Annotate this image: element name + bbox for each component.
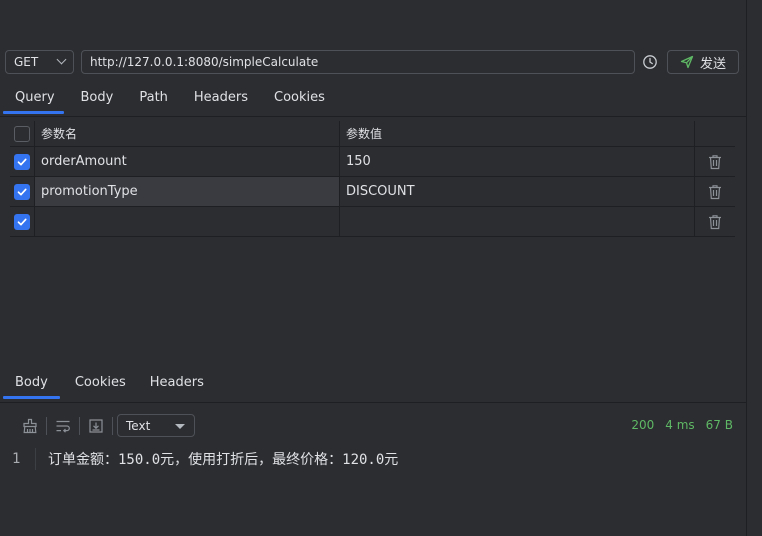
row-checkbox[interactable] [14,153,30,170]
response-time: 4 ms [665,418,695,432]
response-stats: 200 4 ms 67 B [631,418,733,432]
param-name-cell[interactable]: promotionType [35,177,340,206]
toolbar-separator [46,417,47,435]
line-number: 1 [12,451,21,467]
send-button[interactable]: 发送 [667,50,739,74]
table-row: promotionType DISCOUNT [10,177,735,207]
clear-icon[interactable] [22,418,38,434]
toolbar-separator [112,417,113,435]
response-toolbar: Text 200 4 ms 67 B [0,414,746,438]
column-header-actions [695,121,735,146]
trash-icon[interactable] [708,154,722,170]
request-tabs: Query Body Path Headers Cookies [0,80,337,114]
column-header-value: 参数值 [340,121,695,146]
row-checkbox[interactable] [14,213,30,230]
tab-headers[interactable]: Headers [180,80,260,114]
tab-path[interactable]: Path [125,80,180,114]
table-row: orderAmount 150 [10,147,735,177]
format-label: Text [126,418,151,433]
status-code: 200 [631,418,655,432]
tab-query[interactable]: Query [0,80,67,114]
param-value-cell[interactable] [340,207,695,236]
response-tabs-divider [0,402,746,403]
caret-down-icon [175,424,185,429]
row-checkbox-cell [10,177,35,206]
tab-response-body[interactable]: Body [0,365,63,399]
panel-divider [746,0,747,536]
row-delete-cell [695,147,735,176]
history-clock-icon[interactable] [642,54,658,70]
check-icon [17,188,27,195]
row-delete-cell [695,207,735,236]
param-value-cell[interactable]: DISCOUNT [340,177,695,206]
request-tabs-divider [0,116,746,117]
response-size: 67 B [705,418,733,432]
row-checkbox[interactable] [14,183,30,200]
soft-wrap-icon[interactable] [55,418,71,434]
row-checkbox-cell [10,147,35,176]
gutter-divider [35,448,36,470]
param-name-cell[interactable]: orderAmount [35,147,340,176]
tab-body[interactable]: Body [67,80,126,114]
trash-icon[interactable] [708,214,722,230]
table-row [10,207,735,237]
row-checkbox-cell [10,207,35,236]
url-text: http://127.0.0.1:8080/simpleCalculate [90,55,319,69]
select-all-checkbox[interactable] [14,125,30,142]
column-header-name: 参数名 [35,121,340,146]
tab-response-cookies[interactable]: Cookies [63,365,138,399]
response-code-line: 1 订单金额：150.0元，使用打折后，最终价格：120.0元 [0,448,746,470]
response-text[interactable]: 订单金额：150.0元，使用打折后，最终价格：120.0元 [48,449,398,469]
response-tabs: Body Cookies Headers [0,365,216,399]
format-select[interactable]: Text [117,414,195,437]
header-select-cell [10,121,35,146]
send-label: 发送 [699,56,726,72]
param-name-cell[interactable] [35,207,340,236]
check-icon [17,158,27,165]
save-to-file-icon[interactable] [88,418,104,434]
url-input[interactable]: http://127.0.0.1:8080/simpleCalculate [81,50,635,74]
method-label: GET [14,55,39,69]
check-icon [17,218,27,225]
row-delete-cell [695,177,735,206]
table-header: 参数名 参数值 [10,121,735,147]
toolbar-separator [79,417,80,435]
send-icon [680,55,694,69]
trash-icon[interactable] [708,184,722,200]
method-select[interactable]: GET [5,50,74,74]
tab-cookies[interactable]: Cookies [260,80,337,114]
chevron-down-icon [56,54,67,65]
param-value-cell[interactable]: 150 [340,147,695,176]
tab-response-headers[interactable]: Headers [138,365,216,399]
